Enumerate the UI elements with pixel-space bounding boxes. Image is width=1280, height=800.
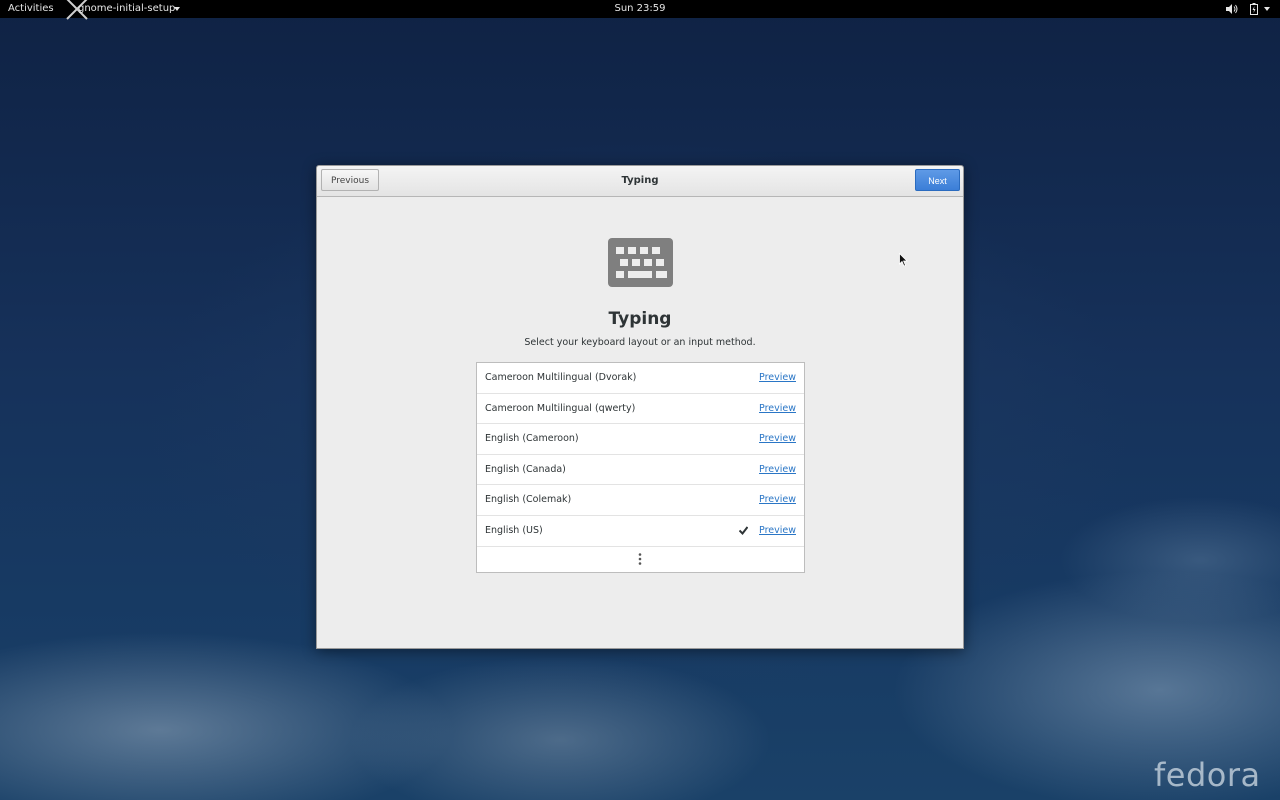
header-bar: Previous Typing Next: [317, 166, 963, 197]
preview-link[interactable]: Preview: [759, 363, 796, 393]
page-subtitle: Select your keyboard layout or an input …: [524, 337, 756, 348]
layout-row-cameroon-dvorak[interactable]: Cameroon Multilingual (Dvorak) Preview: [477, 363, 804, 394]
preview-link[interactable]: Preview: [759, 394, 796, 424]
desktop-background: Activities gnome-initial-setup Sun 23:59…: [0, 0, 1280, 800]
layout-label: English (Colemak): [485, 494, 572, 506]
checkmark-icon: [739, 526, 748, 535]
layout-label: Cameroon Multilingual (qwerty): [485, 402, 636, 414]
preview-link[interactable]: Preview: [759, 516, 796, 546]
preview-link[interactable]: Preview: [759, 485, 796, 515]
layout-label: English (Cameroon): [485, 433, 579, 445]
previous-button[interactable]: Previous: [321, 169, 379, 191]
chevron-down-icon: [174, 7, 180, 11]
preview-link[interactable]: Preview: [759, 424, 796, 454]
layout-row-english-colemak[interactable]: English (Colemak) Preview: [477, 485, 804, 516]
activities-button[interactable]: Activities: [8, 0, 54, 18]
fedora-logo: fedora: [1154, 756, 1261, 794]
initial-setup-window: Previous Typing Next Typing Select your …: [316, 165, 964, 649]
next-button[interactable]: Next: [915, 169, 960, 191]
layout-row-english-cameroon[interactable]: English (Cameroon) Preview: [477, 424, 804, 455]
layout-list: Cameroon Multilingual (Dvorak) Preview C…: [476, 362, 805, 573]
clock[interactable]: Sun 23:59: [614, 3, 665, 14]
window-title: Typing: [621, 175, 659, 186]
keyboard-icon: [608, 238, 673, 287]
mouse-pointer-icon: [899, 253, 908, 267]
volume-icon: [1226, 4, 1238, 14]
more-layouts-button[interactable]: [477, 545, 804, 572]
layout-row-english-us[interactable]: English (US) Preview: [477, 516, 804, 547]
battery-icon: [1250, 3, 1258, 15]
app-menu-label: gnome-initial-setup: [78, 3, 176, 14]
layout-row-english-canada[interactable]: English (Canada) Preview: [477, 455, 804, 486]
preview-link[interactable]: Preview: [759, 455, 796, 485]
layout-label: English (US): [485, 524, 543, 536]
layout-label: English (Canada): [485, 463, 566, 475]
layout-label: Cameroon Multilingual (Dvorak): [485, 372, 637, 383]
top-bar: Activities gnome-initial-setup Sun 23:59: [0, 0, 1280, 20]
chevron-down-icon: [1264, 7, 1270, 11]
page-heading: Typing: [608, 309, 672, 329]
more-vertical-icon: [638, 553, 642, 565]
layout-row-cameroon-qwerty[interactable]: Cameroon Multilingual (qwerty) Preview: [477, 394, 804, 425]
